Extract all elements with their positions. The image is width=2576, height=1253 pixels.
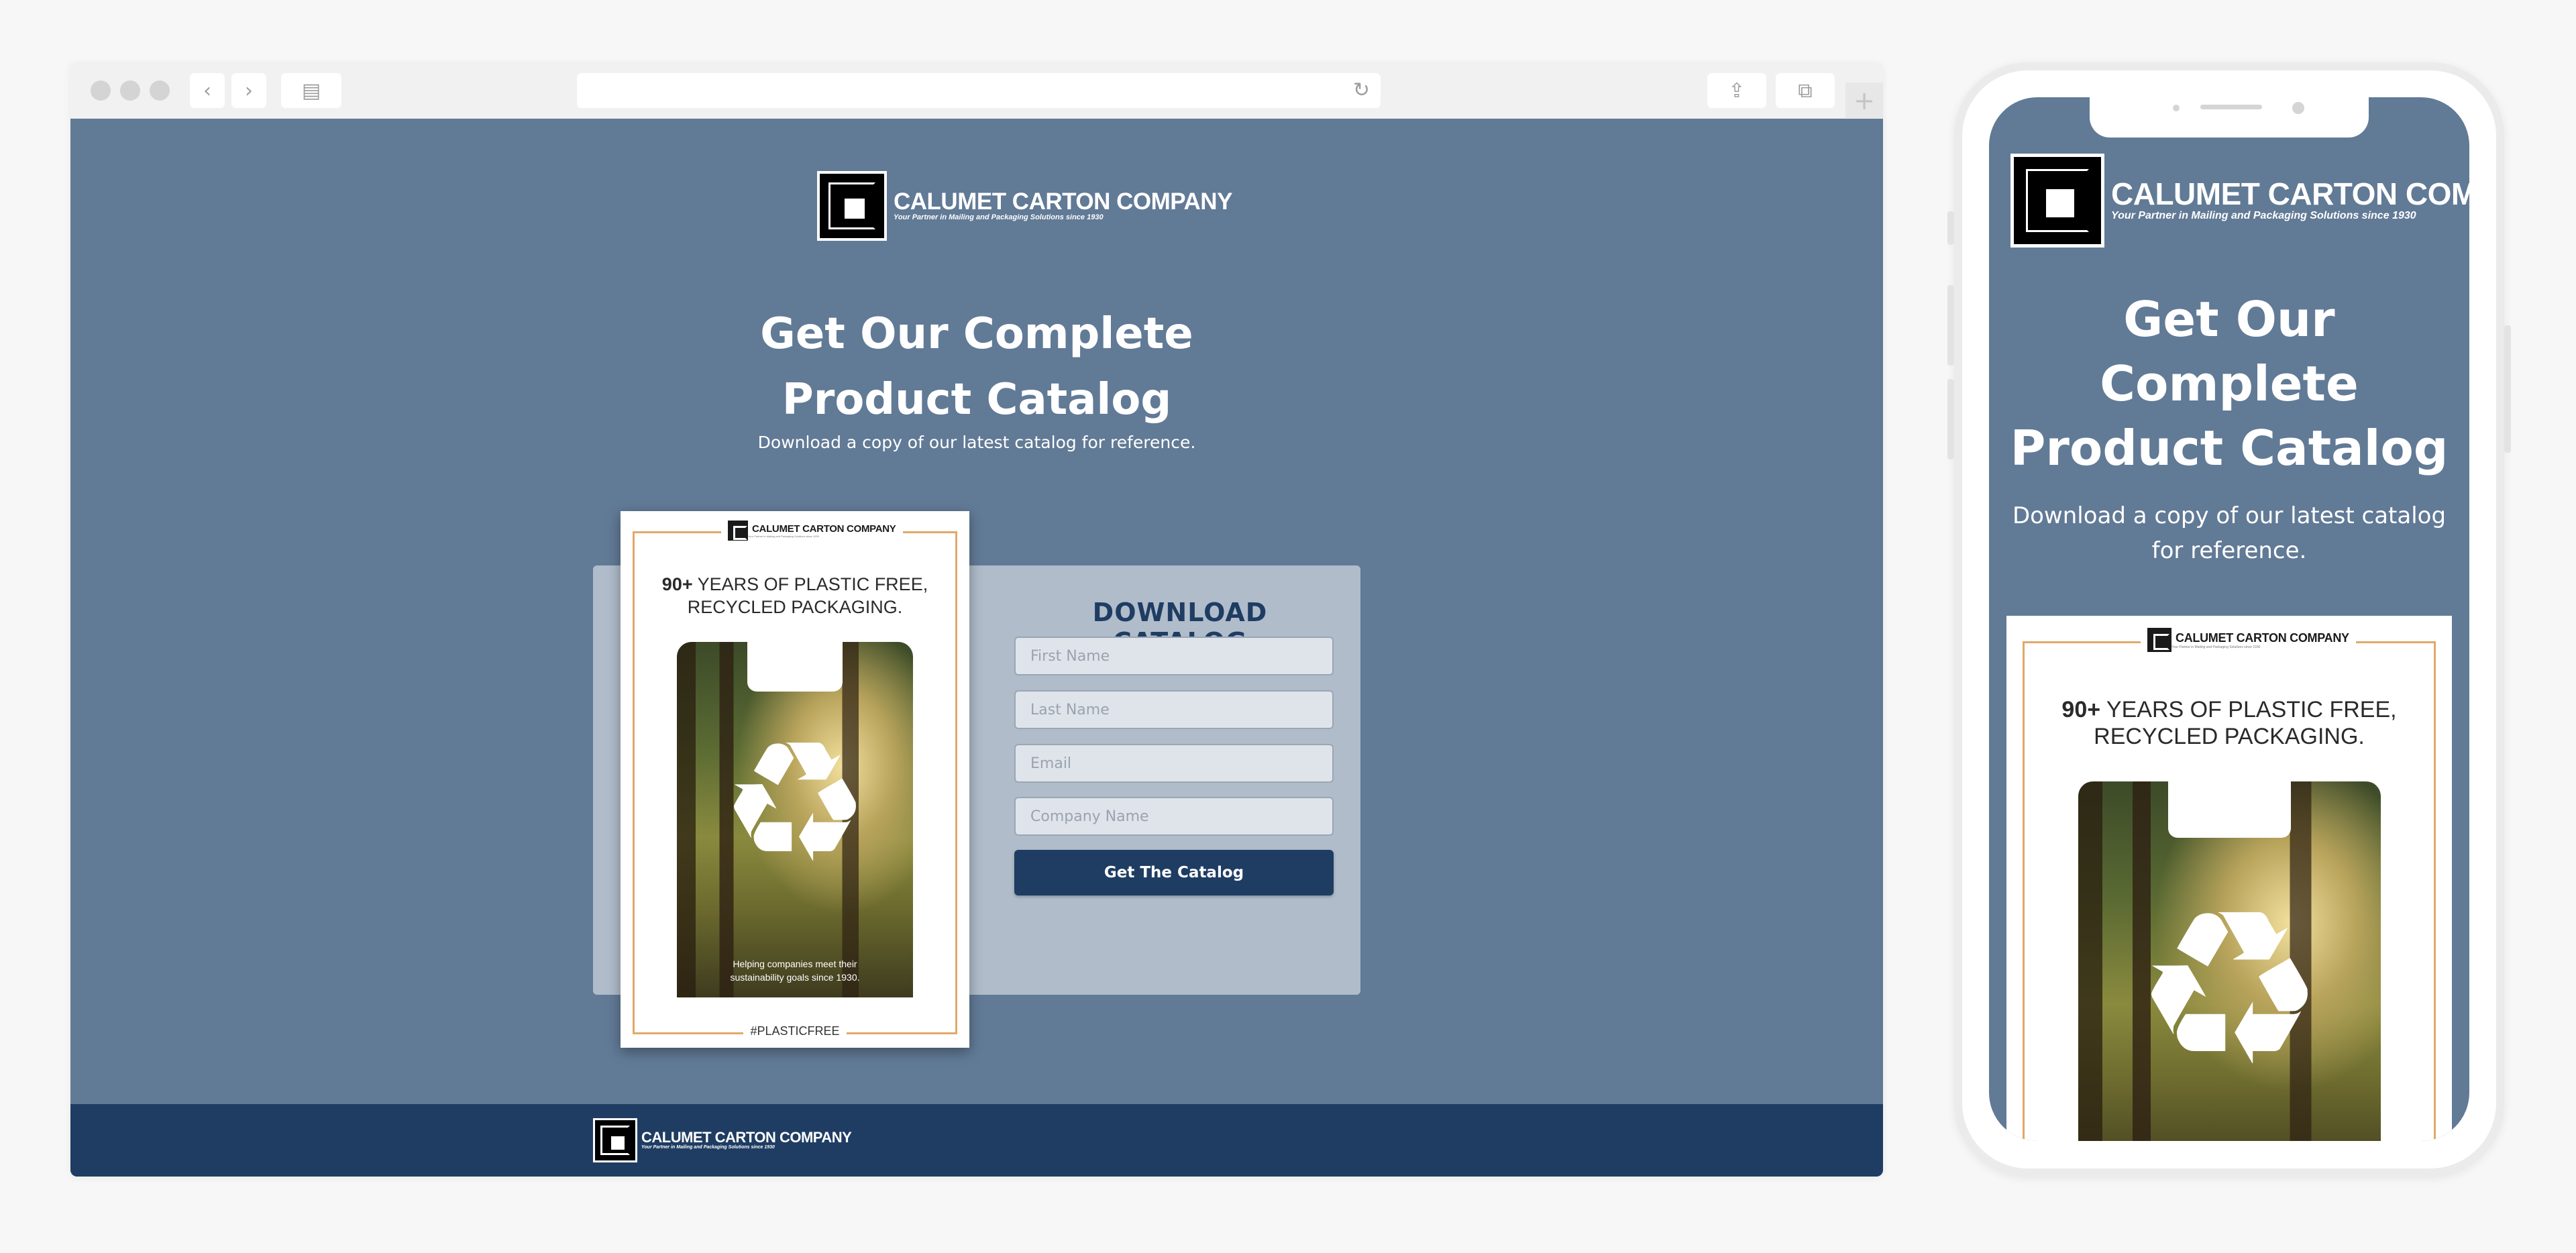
logo-mark-icon xyxy=(817,171,887,241)
tabs-icon[interactable]: ⧉ xyxy=(1776,73,1835,108)
page-title-line2: Product Catalog xyxy=(782,375,1172,425)
mobile-cover-logo-mark-icon xyxy=(2147,628,2171,652)
mobile-title-line1: Get Our xyxy=(2123,291,2335,347)
footer-logo[interactable]: CALUMET CARTON COMPANY Your Partner in M… xyxy=(593,1118,852,1162)
site-footer: CALUMET CARTON COMPANY Your Partner in M… xyxy=(70,1104,1883,1177)
mobile-cover-brand-name: CALUMET CARTON COMPANY xyxy=(2176,631,2349,645)
get-catalog-button[interactable]: Get The Catalog xyxy=(1014,850,1334,895)
cover-headline-line2: RECYCLED PACKAGING. xyxy=(687,597,903,617)
catalog-cover-image: CALUMET CARTON COMPANY Your Partner in M… xyxy=(621,511,969,1048)
phone-notch xyxy=(2090,97,2369,138)
mobile-phone-mockup: CALUMET CARTON COMPANY Your Partner in M… xyxy=(1947,62,2511,1177)
cover-logo-mark-icon xyxy=(728,521,748,541)
mobile-screen: CALUMET CARTON COMPANY Your Partner in M… xyxy=(1989,97,2469,1141)
mobile-title-line2: Complete xyxy=(2100,356,2359,412)
page-title-line1: Get Our Complete xyxy=(760,309,1193,359)
sidebar-icon[interactable]: ▤ xyxy=(281,73,341,108)
email-field[interactable] xyxy=(1014,744,1334,783)
cover-logo: CALUMET CARTON COMPANY Your Partner in M… xyxy=(721,521,903,541)
window-minimize-dot[interactable] xyxy=(120,80,140,101)
cover-caption-line2: sustainability goals since 1930. xyxy=(730,972,860,983)
last-name-field[interactable] xyxy=(1014,690,1334,729)
mobile-brand-tagline: Your Partner in Mailing and Packaging So… xyxy=(2111,210,2416,222)
cover-brand-name: CALUMET CARTON COMPANY xyxy=(752,523,896,535)
mobile-logo-mark-icon xyxy=(2010,154,2104,248)
browser-toolbar: ‹ › ▤ ↻ ⇪ ⧉ + xyxy=(70,62,1883,119)
mobile-cover-brand-tagline: Your Partner in Mailing and Packaging So… xyxy=(2171,645,2261,649)
desktop-browser-mockup: ‹ › ▤ ↻ ⇪ ⧉ + CALUMET CARTON COMPANY You… xyxy=(70,62,1883,1177)
mobile-cover-headline-line2: RECYCLED PACKAGING. xyxy=(2094,724,2365,749)
cover-caption: Helping companies meet their sustainabil… xyxy=(677,957,913,984)
recycle-icon: ♻ xyxy=(719,705,871,900)
mobile-recycle-icon: ♻ xyxy=(2133,865,2326,1114)
mobile-forest-photo: ♻ xyxy=(2078,781,2381,1141)
cover-hashtag-text: #PLASTICFREE xyxy=(743,1024,847,1038)
page-subtitle: Download a copy of our latest catalog fo… xyxy=(757,433,1196,452)
plus-icon[interactable]: + xyxy=(1845,83,1883,119)
cover-caption-line1: Helping companies meet their xyxy=(733,959,857,969)
reload-icon[interactable]: ↻ xyxy=(1353,78,1370,102)
mobile-cover-notch xyxy=(2168,781,2291,838)
mobile-page-subtitle: Download a copy of our latest catalog fo… xyxy=(2012,502,2447,564)
footer-logo-mark-icon xyxy=(593,1118,637,1162)
site-logo[interactable]: CALUMET CARTON COMPANY Your Partner in M… xyxy=(817,171,1232,241)
mobile-cover-logo: CALUMET CARTON COMPANY Your Partner in M… xyxy=(2141,628,2356,652)
mobile-cover-headline: 90+ YEARS OF PLASTIC FREE, RECYCLED PACK… xyxy=(2006,696,2452,750)
cover-notch xyxy=(747,642,843,692)
cover-headline-line1: YEARS OF PLASTIC FREE, xyxy=(692,574,928,594)
cover-headline-bold: 90+ xyxy=(661,574,693,594)
mobile-page-title: Get Our Complete Product Catalog xyxy=(1989,287,2469,480)
share-icon[interactable]: ⇪ xyxy=(1707,73,1766,108)
cover-headline: 90+ YEARS OF PLASTIC FREE, RECYCLED PACK… xyxy=(621,573,969,618)
footer-brand-name: CALUMET CARTON COMPANY xyxy=(641,1128,852,1146)
mobile-title-line3: Product Catalog xyxy=(2010,420,2449,476)
window-zoom-dot[interactable] xyxy=(150,80,170,101)
mobile-site-logo[interactable]: CALUMET CARTON COMPANY Your Partner in M… xyxy=(2010,154,2469,248)
landing-page: CALUMET CARTON COMPANY Your Partner in M… xyxy=(70,119,1883,1177)
phone-mute-switch xyxy=(1947,211,1954,245)
window-close-dot[interactable] xyxy=(91,80,111,101)
phone-volume-up xyxy=(1947,285,1954,366)
speaker-icon xyxy=(2200,105,2262,109)
cover-hashtag: #PLASTICFREE xyxy=(621,1024,969,1038)
cover-brand-tagline: Your Partner in Mailing and Packaging So… xyxy=(748,535,819,538)
mobile-cover-headline-line1: YEARS OF PLASTIC FREE, xyxy=(2100,697,2397,722)
phone-volume-down xyxy=(1947,379,1954,459)
chevron-right-icon[interactable]: › xyxy=(231,73,266,108)
first-name-field[interactable] xyxy=(1014,637,1334,675)
brand-name: CALUMET CARTON COMPANY xyxy=(894,188,1232,215)
mobile-brand-name: CALUMET CARTON COMPANY xyxy=(2111,176,2469,212)
mobile-cover-headline-bold: 90+ xyxy=(2061,697,2101,722)
chevron-left-icon[interactable]: ‹ xyxy=(190,73,225,108)
address-bar[interactable]: ↻ xyxy=(577,73,1381,108)
footer-brand-tagline: Your Partner in Mailing and Packaging So… xyxy=(641,1144,775,1150)
proximity-sensor-icon xyxy=(2173,105,2180,111)
front-camera-icon xyxy=(2292,102,2304,114)
mobile-catalog-cover-image: CALUMET CARTON COMPANY Your Partner in M… xyxy=(2006,616,2452,1141)
forest-photo: ♻ Helping companies meet their sustainab… xyxy=(677,642,913,997)
company-name-field[interactable] xyxy=(1014,797,1334,836)
phone-power-button xyxy=(2504,325,2511,453)
page-title: Get Our Complete Product Catalog xyxy=(70,301,1883,433)
